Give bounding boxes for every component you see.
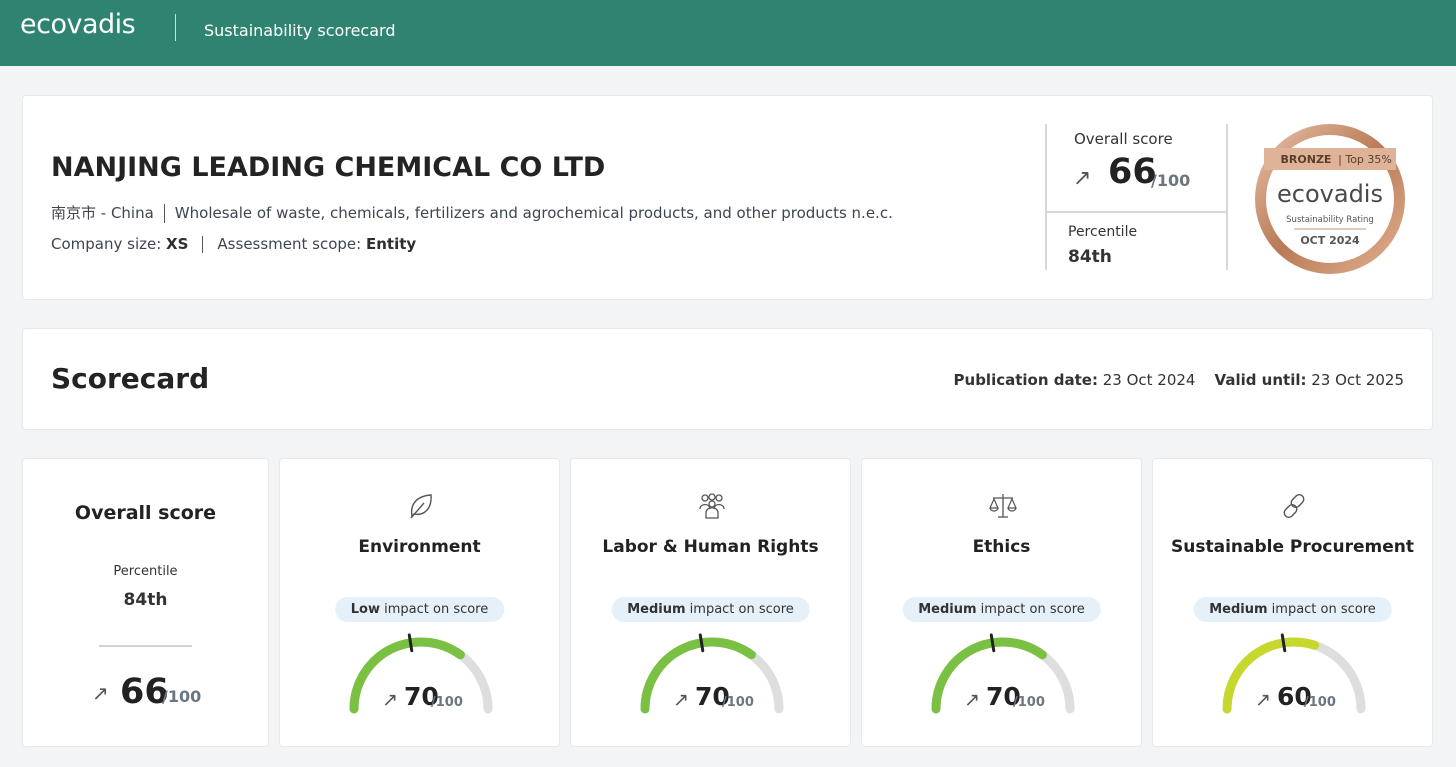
impact-level: Low: [350, 602, 380, 617]
medal-rank: | Top 35%: [1338, 153, 1392, 166]
company-size-scope: Company size: XS Assessment scope: Entity: [51, 235, 416, 253]
overall-card-percentile-label: Percentile: [113, 564, 178, 579]
medal-subtitle: Sustainability Rating: [1286, 215, 1374, 225]
theme-title: Environment: [358, 537, 481, 557]
arrow-up-right-icon: ↗: [673, 689, 689, 711]
medal-tier: BRONZE: [1281, 153, 1332, 166]
theme-title: Sustainable Procurement: [1171, 537, 1414, 557]
impact-badge: Low impact on score: [334, 597, 505, 622]
impact-suffix: impact on score: [379, 602, 489, 617]
theme-title: Labor & Human Rights: [602, 537, 819, 557]
meta-divider: [163, 204, 165, 223]
gauge-marker: [1280, 633, 1287, 653]
theme-card-sustainable-procurement[interactable]: Sustainable Procurement Medium impact on…: [1152, 458, 1433, 747]
gauge-marker: [698, 633, 705, 653]
theme-title: Ethics: [972, 537, 1031, 557]
publication-date-label: Publication date:: [953, 371, 1098, 389]
impact-level: Medium: [918, 602, 977, 617]
company-size-value: XS: [166, 235, 189, 253]
company-industry: Wholesale of waste, chemicals, fertilize…: [174, 204, 893, 222]
theme-score-denominator: /100: [1013, 695, 1045, 710]
percentile-value: 84th: [1068, 247, 1112, 267]
chain-link-icon: [1283, 494, 1305, 518]
scorecard-header-card: Scorecard Publication date: 23 Oct 2024 …: [22, 328, 1433, 430]
impact-level: Medium: [627, 602, 686, 617]
valid-until-label: Valid until:: [1214, 371, 1307, 389]
theme-score-denominator: /100: [1304, 695, 1336, 710]
impact-suffix: impact on score: [976, 602, 1085, 617]
impact-badge: Medium impact on score: [902, 597, 1101, 622]
overall-card-title: Overall score: [74, 502, 217, 524]
impact-level: Medium: [1209, 602, 1268, 617]
gauge-marker: [407, 633, 414, 653]
scorecard-title: Scorecard: [51, 362, 210, 395]
theme-score-denominator: /100: [431, 695, 463, 710]
leaf-icon: [410, 494, 432, 519]
assessment-scope-value: Entity: [365, 235, 417, 253]
company-name: NANJING LEADING CHEMICAL CO LTD: [51, 152, 606, 183]
theme-score-denominator: /100: [722, 695, 754, 710]
ecovadis-logo[interactable]: ecovadis: [20, 9, 136, 40]
arrow-up-right-icon: ↗: [1255, 689, 1271, 711]
assessment-scope-label: Assessment scope:: [217, 235, 366, 253]
medal-brand: ecovadis: [1277, 180, 1383, 208]
impact-badge: Medium impact on score: [1193, 597, 1392, 622]
overall-score-denominator: /100: [1151, 171, 1191, 190]
impact-suffix: impact on score: [685, 602, 794, 617]
percentile-label: Percentile: [1068, 224, 1138, 240]
company-card: NANJING LEADING CHEMICAL CO LTD 南京市 - Ch…: [22, 95, 1433, 300]
publication-date-value: 23 Oct 2024: [1097, 371, 1196, 389]
overall-card-score-denominator: /100: [162, 687, 202, 706]
score-box-border-left: [1045, 124, 1047, 270]
company-size-label: Company size:: [51, 235, 167, 253]
score-box-border-right: [1226, 124, 1228, 270]
medal-date: OCT 2024: [1300, 234, 1360, 247]
company-location: 南京市 - China: [51, 204, 154, 222]
arrow-up-right-icon: ↗: [1073, 166, 1092, 191]
arrow-up-right-icon: ↗: [382, 689, 398, 711]
overall-card-percentile-value: 84th: [123, 590, 168, 610]
app-title: Sustainability scorecard: [204, 21, 396, 40]
theme-card-environment[interactable]: Environment Low impact on score ↗ 70 /10…: [279, 458, 560, 747]
theme-card-labor-human-rights[interactable]: Labor & Human Rights Medium impact on sc…: [570, 458, 851, 747]
scales-icon: [989, 494, 1017, 518]
overall-card-divider: [99, 645, 192, 647]
meta-divider: [202, 236, 204, 253]
overall-score-label: Overall score: [1074, 130, 1173, 148]
arrow-up-right-icon: ↗: [92, 681, 109, 705]
header-divider: [175, 14, 176, 41]
top-bar: ecovadis Sustainability scorecard: [0, 0, 1456, 66]
valid-until-value: 23 Oct 2025: [1306, 371, 1404, 389]
scorecard-dates: Publication date: 23 Oct 2024 Valid unti…: [954, 371, 1404, 389]
impact-suffix: impact on score: [1267, 602, 1376, 617]
people-icon: [699, 493, 725, 519]
impact-badge: Medium impact on score: [611, 597, 810, 622]
overall-score-value: 66: [1108, 152, 1157, 192]
overall-score-card: Overall score Percentile 84th ↗ 66 /100: [22, 458, 269, 747]
gauge-marker: [989, 633, 996, 653]
arrow-up-right-icon: ↗: [964, 689, 980, 711]
company-location-industry: 南京市 - China Wholesale of waste, chemicals…: [51, 202, 893, 223]
theme-card-ethics[interactable]: Ethics Medium impact on score ↗ 70 /100: [861, 458, 1142, 747]
bronze-medal-badge[interactable]: BRONZE | Top 35% ecovadis Sustainability…: [1254, 123, 1406, 275]
score-box-divider: [1047, 211, 1226, 213]
